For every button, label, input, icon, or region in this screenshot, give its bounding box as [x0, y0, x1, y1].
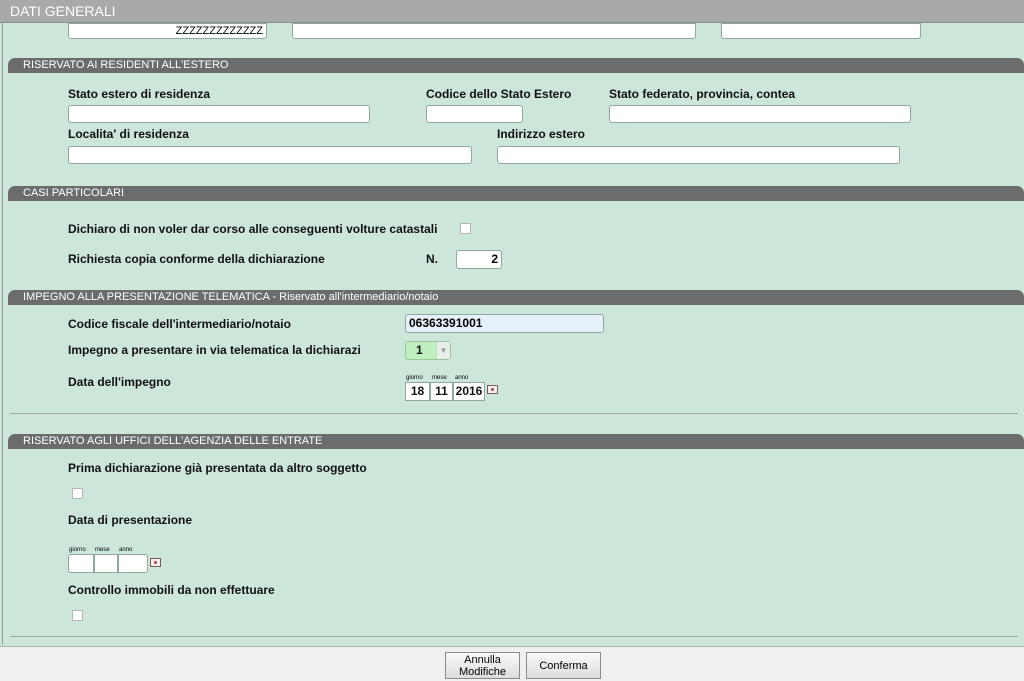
copia-label: Richiesta copia conforme della dichiaraz…: [68, 252, 325, 266]
separator: [10, 413, 1018, 414]
codice-stato-label: Codice dello Stato Estero: [426, 87, 572, 101]
copia-count-input[interactable]: 2: [456, 250, 502, 269]
separator: [10, 636, 1018, 637]
section-header-casi: CASI PARTICOLARI: [8, 186, 1024, 201]
presentazione-anno-input[interactable]: [118, 554, 148, 573]
date-header-mese: mese: [432, 375, 447, 381]
data-presentazione-label: Data di presentazione: [68, 513, 193, 527]
window-title: DATI GENERALI: [0, 0, 1024, 23]
indirizzo-label: Indirizzo estero: [497, 127, 586, 141]
top-field-1[interactable]: ZZZZZZZZZZZZZ: [68, 23, 267, 39]
date-header-giorno: giorno: [69, 547, 86, 553]
impegno-mese-input[interactable]: 11: [430, 382, 453, 401]
presentazione-giorno-input[interactable]: [68, 554, 94, 573]
left-border: [2, 23, 3, 645]
controllo-immobili-checkbox[interactable]: [72, 610, 83, 621]
impegno-select-value: 1: [416, 343, 423, 357]
date-header-giorno: giorno: [406, 375, 423, 381]
indirizzo-input[interactable]: [497, 146, 900, 164]
localita-label: Localita' di residenza: [68, 127, 189, 141]
chevron-down-icon[interactable]: ▼: [436, 342, 450, 359]
stato-estero-input[interactable]: [68, 105, 370, 123]
date-header-anno: anno: [455, 375, 469, 381]
date-header-anno: anno: [119, 547, 133, 553]
impegno-select[interactable]: 1 ▼: [405, 341, 451, 360]
impegno-anno-input[interactable]: 2016: [453, 382, 485, 401]
localita-input[interactable]: [68, 146, 472, 164]
stato-federato-input[interactable]: [609, 105, 911, 123]
controllo-immobili-label: Controllo immobili da non effettuare: [68, 583, 275, 597]
annulla-line2: Modifiche: [458, 665, 507, 678]
volture-checkbox[interactable]: [460, 223, 471, 234]
stato-federato-label: Stato federato, provincia, contea: [609, 87, 796, 101]
cf-intermediario-label: Codice fiscale dell'intermediario/notaio: [68, 317, 291, 331]
copia-n-label: N.: [426, 252, 438, 266]
annulla-line1: Annulla: [464, 653, 501, 666]
stato-estero-label: Stato estero di residenza: [68, 87, 211, 101]
annulla-modifiche-button[interactable]: Annulla Modifiche: [445, 652, 520, 679]
calendar-icon[interactable]: [487, 385, 498, 394]
date-header-mese: mese: [95, 547, 110, 553]
conferma-button[interactable]: Conferma: [526, 652, 601, 679]
prima-dichiarazione-checkbox[interactable]: [72, 488, 83, 499]
section-header-impegno: IMPEGNO ALLA PRESENTAZIONE TELEMATICA - …: [8, 290, 1024, 305]
top-field-2[interactable]: [292, 23, 696, 39]
section-header-uffici: RISERVATO AGLI UFFICI DELL'AGENZIA DELLE…: [8, 434, 1024, 449]
data-impegno-label: Data dell'impegno: [68, 375, 171, 389]
volture-label: Dichiaro di non voler dar corso alle con…: [68, 222, 438, 236]
codice-stato-input[interactable]: [426, 105, 523, 123]
impegno-giorno-input[interactable]: 18: [405, 382, 430, 401]
section-header-estero: RISERVATO AI RESIDENTI ALL'ESTERO: [8, 58, 1024, 73]
presentazione-mese-input[interactable]: [94, 554, 118, 573]
top-field-3[interactable]: [721, 23, 921, 39]
calendar-icon[interactable]: [150, 558, 161, 567]
prima-dichiarazione-label: Prima dichiarazione già presentata da al…: [68, 461, 367, 475]
cf-intermediario-input[interactable]: 06363391001: [405, 314, 604, 333]
impegno-label: Impegno a presentare in via telematica l…: [68, 343, 361, 357]
